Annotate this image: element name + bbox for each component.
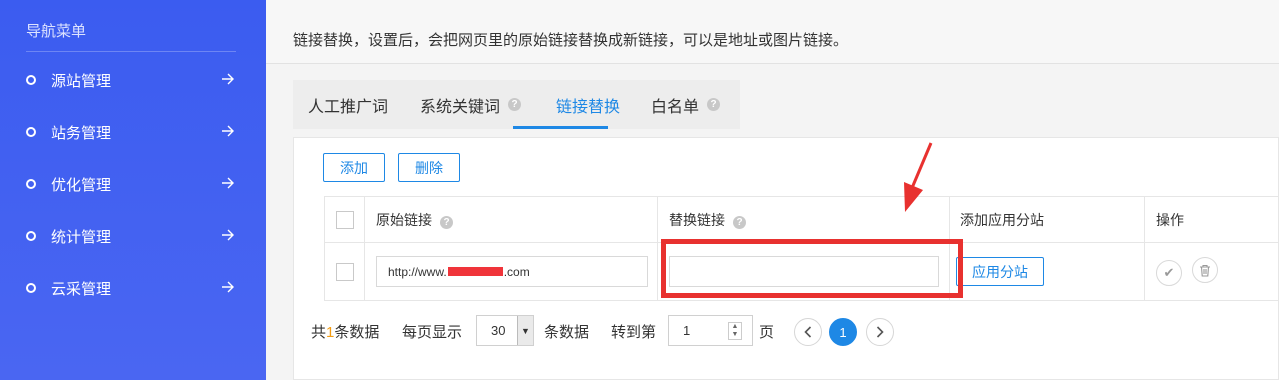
sidebar-item-cloud-collect[interactable]: 云采管理	[0, 268, 266, 308]
tab-label: 人工推广词	[308, 98, 389, 116]
page-description: 链接替换，设置后，会把网页里的原始链接替换成新链接，可以是地址或图片链接。	[293, 32, 849, 49]
bullet-icon	[26, 127, 36, 137]
header-original-link: 原始链接?	[364, 196, 658, 243]
prev-page-button[interactable]	[794, 318, 822, 346]
pager-per-page-label: 每页显示	[402, 324, 463, 341]
goto-page-value: 1	[683, 323, 691, 338]
arrow-right-icon	[222, 125, 234, 137]
redaction-mark	[447, 267, 503, 276]
pager-total-prefix: 共	[311, 324, 327, 341]
trash-icon[interactable]	[1191, 257, 1218, 284]
chevron-right-icon	[876, 326, 884, 338]
sidebar-item-statistics[interactable]: 统计管理	[0, 216, 266, 256]
sidebar-item-optimization[interactable]: 优化管理	[0, 164, 266, 204]
header-label: 替换链接	[669, 211, 725, 228]
sidebar-title: 导航菜单	[26, 23, 87, 40]
tab-label: 系统关键词	[420, 98, 501, 116]
action-cell: ✔	[1144, 242, 1279, 301]
original-link-input[interactable]: http://www. .com	[376, 256, 648, 287]
page-number-button[interactable]: 1	[829, 318, 857, 346]
pager-goto-suffix: 页	[759, 324, 775, 341]
dropdown-arrow-icon: ▼	[517, 316, 533, 345]
header-label: 操作	[1156, 211, 1184, 228]
apply-substation-button[interactable]: 应用分站	[956, 257, 1044, 286]
pager-per-page-suffix: 条数据	[544, 324, 590, 341]
tab-label: 链接替换	[556, 98, 621, 116]
arrow-right-icon	[222, 281, 234, 293]
pager-total-suffix: 条数据	[334, 324, 380, 341]
sidebar-item-label: 优化管理	[51, 176, 112, 194]
help-icon[interactable]: ?	[733, 215, 746, 229]
original-link-cell: http://www. .com	[364, 242, 658, 301]
header-label: 添加应用分站	[960, 211, 1044, 228]
original-link-prefix: http://www.	[388, 264, 447, 279]
pager-goto-label: 转到第	[611, 324, 657, 341]
row-select-cell	[324, 242, 365, 301]
highlight-annotation-box	[661, 239, 963, 298]
tab-bar: 人工推广词 系统关键词 ? 链接替换 白名单 ?	[293, 80, 740, 129]
tab-link-replace[interactable]: 链接替换	[556, 80, 620, 129]
tab-whitelist[interactable]: 白名单 ?	[651, 80, 721, 129]
sidebar-item-label: 统计管理	[51, 228, 112, 246]
sidebar-item-source-site[interactable]: 源站管理	[0, 60, 266, 100]
arrow-right-icon	[222, 229, 234, 241]
help-icon[interactable]: ?	[707, 98, 721, 111]
table-header-row: 原始链接? 替换链接? 添加应用分站 操作	[324, 196, 1279, 243]
bullet-icon	[26, 283, 36, 293]
confirm-check-icon[interactable]: ✔	[1156, 259, 1182, 286]
tab-label: 白名单	[651, 98, 700, 116]
help-icon[interactable]: ?	[440, 215, 453, 229]
per-page-value: 30	[491, 323, 506, 338]
select-all-checkbox[interactable]	[335, 210, 354, 229]
header-label: 原始链接	[376, 211, 432, 228]
chevron-left-icon	[804, 326, 812, 338]
bullet-icon	[26, 179, 36, 189]
bullet-icon	[26, 75, 36, 85]
sidebar-item-station-affairs[interactable]: 站务管理	[0, 112, 266, 152]
header-action: 操作	[1144, 196, 1279, 243]
sidebar-item-label: 站务管理	[51, 124, 112, 142]
arrow-right-icon	[222, 177, 234, 189]
sidebar-item-label: 云采管理	[51, 280, 112, 298]
select-all-cell	[324, 196, 365, 243]
delete-button[interactable]: 删除	[398, 153, 460, 182]
tab-system-keywords[interactable]: 系统关键词 ?	[420, 80, 522, 129]
apply-substation-cell: 应用分站	[949, 242, 1145, 301]
active-tab-indicator	[513, 126, 608, 129]
sidebar: 导航菜单 源站管理 站务管理 优化管理 统计管理 云采管理	[0, 0, 266, 380]
arrow-right-icon	[222, 73, 234, 85]
header-apply-substation: 添加应用分站	[949, 196, 1145, 243]
description-bar: 链接替换，设置后，会把网页里的原始链接替换成新链接，可以是地址或图片链接。	[266, 0, 1279, 64]
row-checkbox[interactable]	[335, 262, 354, 281]
sidebar-item-label: 源站管理	[51, 72, 112, 90]
sidebar-divider	[26, 51, 236, 52]
annotation-arrow-icon	[904, 142, 933, 212]
add-button[interactable]: 添加	[323, 153, 385, 182]
per-page-select[interactable]: 30 ▼	[476, 315, 534, 346]
original-link-suffix: .com	[503, 264, 530, 279]
help-icon[interactable]: ?	[508, 98, 522, 111]
spinner-icon[interactable]: ▲ ▼	[728, 322, 742, 340]
next-page-button[interactable]	[866, 318, 894, 346]
main-content: 链接替换，设置后，会把网页里的原始链接替换成新链接，可以是地址或图片链接。 人工…	[266, 0, 1279, 380]
pager-total: 共1条数据	[311, 321, 379, 342]
tab-manual-keywords[interactable]: 人工推广词	[308, 80, 388, 129]
goto-page-input[interactable]: 1 ▲ ▼	[668, 315, 753, 346]
bullet-icon	[26, 231, 36, 241]
